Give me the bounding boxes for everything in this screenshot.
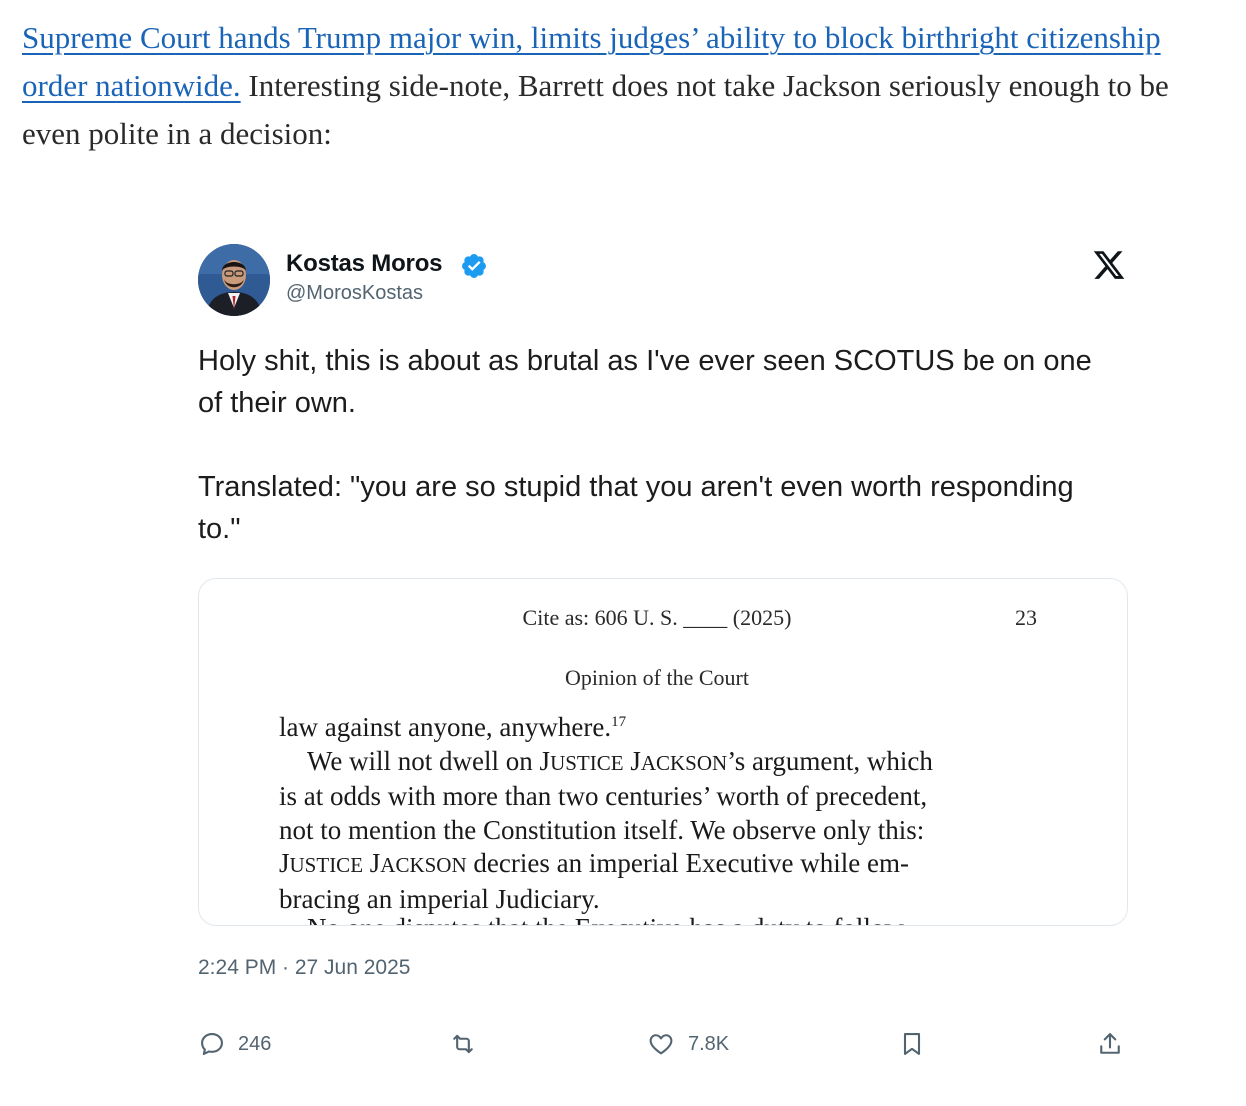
document-line: bracing an imperial Judiciary. [279, 883, 600, 914]
document-body: law against anyone, anywhere.17 We will … [279, 711, 1039, 916]
author-handle[interactable]: @MorosKostas [286, 282, 423, 305]
reply-button[interactable]: 246 [198, 1022, 271, 1066]
document-line: law against anyone, anywhere.17 [279, 712, 627, 742]
article-paragraph: Supreme Court hands Trump major win, lim… [22, 14, 1222, 158]
author-name[interactable]: Kostas Moros [286, 250, 442, 278]
avatar[interactable] [198, 244, 270, 316]
document-line: JUSTICE JACKSON decries an imperial Exec… [279, 848, 909, 878]
document-line: is at odds with more than two centuries’… [279, 781, 928, 811]
bookmark-button[interactable] [898, 1022, 926, 1066]
share-icon [1100, 1033, 1120, 1054]
bookmark-icon [903, 1033, 921, 1055]
share-button[interactable] [1096, 1022, 1124, 1066]
like-button[interactable]: 7.8K [646, 1022, 729, 1066]
footnote-marker: 17 [611, 714, 627, 730]
tweet-paragraph: Translated: "you are so stupid that you … [198, 471, 1074, 545]
tweet-actions: 246 7.8K [196, 1022, 1130, 1066]
embedded-tweet[interactable]: Kostas Moros @MorosKostas Holy shit, thi… [196, 238, 1130, 1078]
like-count: 7.8K [688, 1032, 730, 1055]
tweet-media-document[interactable]: Cite as: 606 U. S. ____ (2025) 23 Opinio… [198, 578, 1128, 926]
tweet-paragraph: Holy shit, this is about as brutal as I'… [198, 345, 1092, 419]
document-page-number: 23 [1015, 605, 1037, 630]
retweet-button[interactable] [448, 1022, 478, 1066]
reply-icon [201, 1033, 223, 1055]
document-citation: Cite as: 606 U. S. ____ (2025) [522, 605, 792, 630]
tweet-text: Holy shit, this is about as brutal as I'… [198, 340, 1118, 592]
document-heading: Opinion of the Court [565, 665, 749, 690]
tweet-timestamp[interactable]: 2:24 PM · 27 Jun 2025 [198, 956, 410, 980]
document-line: We will not dwell on JUSTICE JACKSON’s a… [307, 745, 933, 776]
document-cut-line: No one disputes that the Executive has a… [279, 912, 1039, 925]
reply-count: 246 [238, 1032, 272, 1055]
avatar-portrait-icon [198, 244, 270, 316]
verified-badge-icon [462, 254, 486, 278]
x-logo-icon[interactable] [1092, 248, 1126, 282]
heart-icon [649, 1034, 673, 1055]
retweet-icon [453, 1034, 473, 1054]
document-line: not to mention the Constitution itself. … [279, 814, 925, 845]
